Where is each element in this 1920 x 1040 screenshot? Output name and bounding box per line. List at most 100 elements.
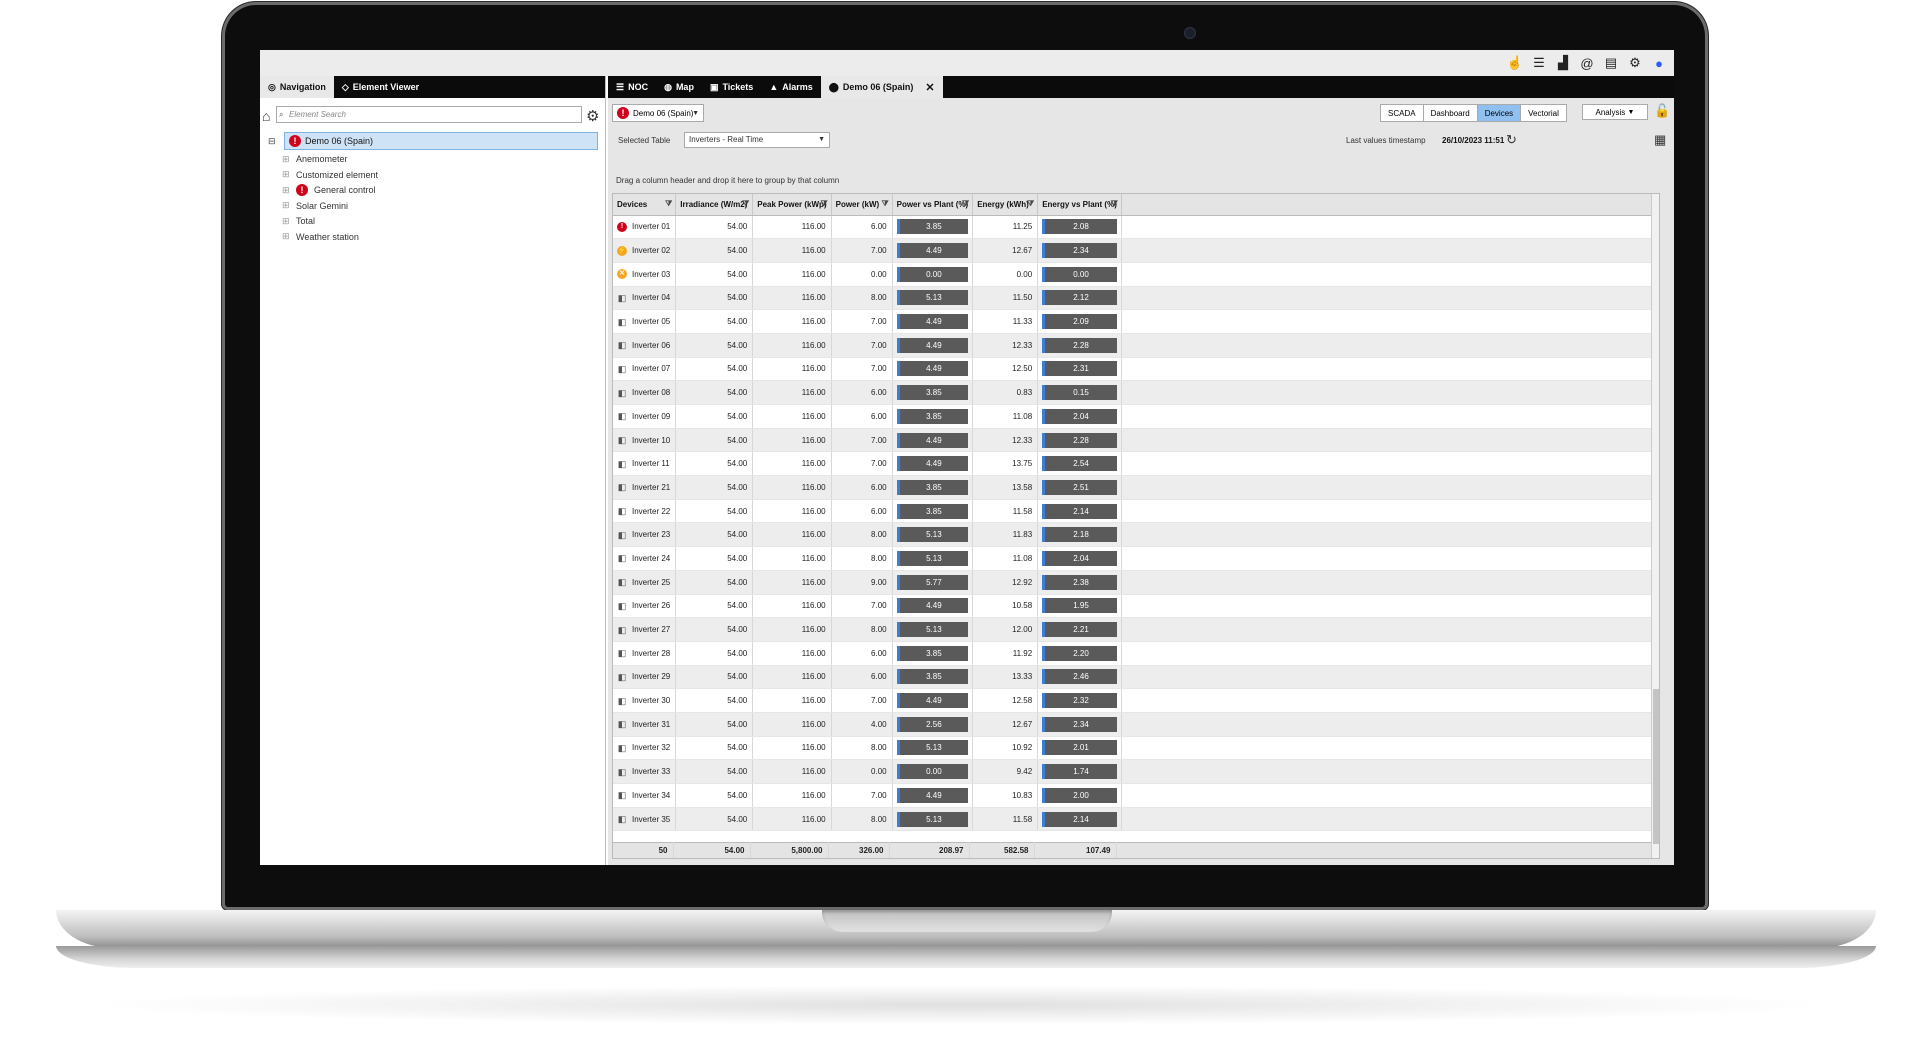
device-cell[interactable]: ◧ Inverter 33 (613, 759, 677, 784)
tree-item[interactable]: ⊞ Anemometer (282, 152, 348, 166)
device-cell[interactable]: ◧ Inverter 10 (613, 428, 677, 453)
device-cell[interactable]: ! Inverter 01 (613, 215, 677, 240)
column-header-power-vs-plant[interactable]: Power vs Plant (%) ⧩ (892, 194, 974, 216)
device-cell[interactable]: ◧ Inverter 28 (613, 641, 677, 666)
expand-icon[interactable]: ⊞ (282, 169, 290, 180)
column-header-power[interactable]: Power (kW) ⧩ (831, 194, 893, 216)
device-cell[interactable]: ◧ Inverter 06 (613, 333, 677, 358)
device-cell[interactable]: ✕ Inverter 03 (613, 262, 677, 287)
hand-pointer-icon[interactable]: ☝ (1506, 54, 1524, 72)
table-row[interactable]: ◧ Inverter 27 54.00 116.00 8.00 5.13 12.00 2.21 (613, 617, 1658, 642)
table-row[interactable]: ◧ Inverter 21 54.00 116.00 6.00 3.85 13.58 2.51 (613, 475, 1658, 500)
table-select[interactable]: Inverters - Real Time ▼ (684, 132, 830, 148)
export-icon[interactable]: ▦ (1654, 132, 1666, 148)
device-cell[interactable]: ◧ Inverter 04 (613, 286, 677, 311)
filter-icon[interactable]: ⧩ (665, 199, 672, 209)
table-row[interactable]: ! Inverter 01 54.00 116.00 6.00 3.85 11.25 2.08 (613, 215, 1658, 240)
scada-button[interactable]: SCADA (1381, 105, 1424, 121)
document-icon[interactable]: ▤ (1602, 54, 1620, 72)
search-input[interactable]: ⌕ Element Search (276, 106, 582, 123)
device-cell[interactable]: ◧ Inverter 25 (613, 570, 677, 595)
device-cell[interactable]: ◧ Inverter 27 (613, 617, 677, 642)
device-cell[interactable]: ◧ Inverter 31 (613, 712, 677, 737)
filter-icon[interactable]: ⧩ (742, 199, 749, 209)
home-icon[interactable]: ⌂ (262, 108, 270, 124)
table-row[interactable]: ◧ Inverter 34 54.00 116.00 7.00 4.49 10.83 2.00 (613, 783, 1658, 808)
column-header-devices[interactable]: Devices ⧩ (613, 194, 677, 216)
tab-element-viewer[interactable]: ◇ Element Viewer (334, 76, 427, 98)
device-cell[interactable]: ◧ Inverter 32 (613, 736, 677, 761)
filter-icon[interactable]: ⧩ (1027, 199, 1034, 209)
tree-item[interactable]: ⊞ Solar Gemini (282, 199, 348, 213)
device-cell[interactable]: ◧ Inverter 05 (613, 309, 677, 334)
plant-select[interactable]: ! Demo 06 (Spain) ▼ (612, 104, 704, 122)
devices-button[interactable]: Devices (1477, 105, 1522, 121)
vertical-scrollbar[interactable] (1651, 194, 1659, 858)
column-header-peak-power[interactable]: Peak Power (kWp) ⧩ (752, 194, 832, 216)
column-header-energy[interactable]: Energy (kWh) ⧩ (972, 194, 1039, 216)
table-row[interactable]: ◧ Inverter 35 54.00 116.00 8.00 5.13 11.58 2.14 (613, 807, 1658, 832)
table-row[interactable]: ◧ Inverter 25 54.00 116.00 9.00 5.77 12.92 2.38 (613, 570, 1658, 595)
tab-tickets[interactable]: ▣ Tickets (702, 76, 761, 98)
table-row[interactable]: ◧ Inverter 05 54.00 116.00 7.00 4.49 11.33 2.09 (613, 309, 1658, 334)
device-cell[interactable]: ◧ Inverter 34 (613, 783, 677, 808)
device-cell[interactable]: ◧ Inverter 21 (613, 475, 677, 500)
table-row[interactable]: ◧ Inverter 24 54.00 116.00 8.00 5.13 11.08 2.04 (613, 546, 1658, 571)
expand-icon[interactable]: ⊞ (282, 185, 290, 196)
device-cell[interactable]: ◧ Inverter 08 (613, 380, 677, 405)
table-row[interactable]: ◧ Inverter 09 54.00 116.00 6.00 3.85 11.08 2.04 (613, 404, 1658, 429)
collapse-icon[interactable]: ⊟ (268, 136, 276, 147)
table-row[interactable]: ◧ Inverter 08 54.00 116.00 6.00 3.85 0.83 0.15 (613, 380, 1658, 405)
table-row[interactable]: ✕ Inverter 03 54.00 116.00 0.00 0.00 0.00 0.00 (613, 262, 1658, 287)
table-row[interactable]: ◧ Inverter 33 54.00 116.00 0.00 0.00 9.42 1.74 (613, 759, 1658, 784)
expand-icon[interactable]: ⊞ (282, 216, 290, 227)
tab-map[interactable]: ◍ Map (656, 76, 702, 98)
tree-item[interactable]: ⊞ Total (282, 214, 315, 228)
tree-item[interactable]: ⊞ Weather station (282, 230, 359, 244)
refresh-icon[interactable]: ↻ (1506, 132, 1517, 148)
device-cell[interactable]: ◧ Inverter 23 (613, 522, 677, 548)
device-cell[interactable]: ◧ Inverter 35 (613, 807, 677, 832)
table-row[interactable]: ◧ Inverter 10 54.00 116.00 7.00 4.49 12.33 2.28 (613, 428, 1658, 453)
tab-noc[interactable]: ☰ NOC (608, 76, 656, 98)
dashboard-button[interactable]: Dashboard (1423, 105, 1478, 121)
device-cell[interactable]: ◧ Inverter 30 (613, 688, 677, 713)
tree-item[interactable]: ⊞ Customized element (282, 168, 378, 182)
device-cell[interactable]: ◧ Inverter 07 (613, 357, 677, 382)
tab-plant[interactable]: ⬤ Demo 06 (Spain) ✕ (820, 76, 943, 98)
table-row[interactable]: ◧ Inverter 30 54.00 116.00 7.00 4.49 12.58 2.32 (613, 688, 1658, 713)
table-row[interactable]: ◧ Inverter 22 54.00 116.00 6.00 3.85 11.58 2.14 (613, 499, 1658, 524)
tab-navigation[interactable]: ◎ Navigation (260, 76, 334, 98)
table-row[interactable]: ◧ Inverter 28 54.00 116.00 6.00 3.85 11.92 2.20 (613, 641, 1658, 666)
table-row[interactable]: ◧ Inverter 26 54.00 116.00 7.00 4.49 10.58 1.95 (613, 594, 1658, 619)
area-chart-icon[interactable]: ▟ (1554, 54, 1572, 72)
gear-icon[interactable]: ⚙ (1626, 54, 1644, 72)
analysis-select[interactable]: Analysis ▼ (1582, 104, 1648, 120)
device-cell[interactable]: ◧ Inverter 09 (613, 404, 677, 429)
table-row[interactable]: ◧ Inverter 23 54.00 116.00 8.00 5.13 11.83 2.18 (613, 522, 1658, 548)
user-icon[interactable]: ● (1650, 54, 1668, 72)
expand-icon[interactable]: ⊞ (282, 231, 290, 242)
table-row[interactable]: ◧ Inverter 31 54.00 116.00 4.00 2.56 12.67 2.34 (613, 712, 1658, 737)
settings-gear-icon[interactable]: ⚙ (586, 107, 599, 125)
table-row[interactable]: ◧ Inverter 07 54.00 116.00 7.00 4.49 12.50 2.31 (613, 357, 1658, 382)
filter-icon[interactable]: ⧩ (881, 199, 888, 209)
expand-icon[interactable]: ⊞ (282, 200, 290, 211)
device-cell[interactable]: ◧ Inverter 22 (613, 499, 677, 524)
tree-root-item[interactable]: ! Demo 06 (Spain) (284, 132, 598, 150)
table-row[interactable]: ⚡ Inverter 02 54.00 116.00 7.00 4.49 12.67 2.34 (613, 238, 1658, 263)
scrollbar-thumb[interactable] (1653, 689, 1659, 844)
expand-icon[interactable]: ⊞ (282, 154, 290, 165)
column-header-irradiance[interactable]: Irradiance (W/m2) ⧩ (675, 194, 754, 216)
table-row[interactable]: ◧ Inverter 04 54.00 116.00 8.00 5.13 11.50 2.12 (613, 286, 1658, 311)
device-cell[interactable]: ◧ Inverter 11 (613, 451, 677, 477)
device-cell[interactable]: ⚡ Inverter 02 (613, 238, 677, 263)
tree-item[interactable]: ⊞! General control (282, 183, 376, 197)
filter-icon[interactable]: ⧩ (1111, 199, 1118, 209)
filter-icon[interactable]: ⧩ (820, 199, 827, 209)
close-icon[interactable]: ✕ (925, 81, 934, 94)
lock-icon[interactable]: 🔓 (1654, 103, 1670, 119)
filter-icon[interactable]: ⧩ (962, 199, 969, 209)
device-cell[interactable]: ◧ Inverter 26 (613, 594, 677, 619)
column-header-energy-vs-plant[interactable]: Energy vs Plant (%) ⧩ (1037, 194, 1122, 216)
